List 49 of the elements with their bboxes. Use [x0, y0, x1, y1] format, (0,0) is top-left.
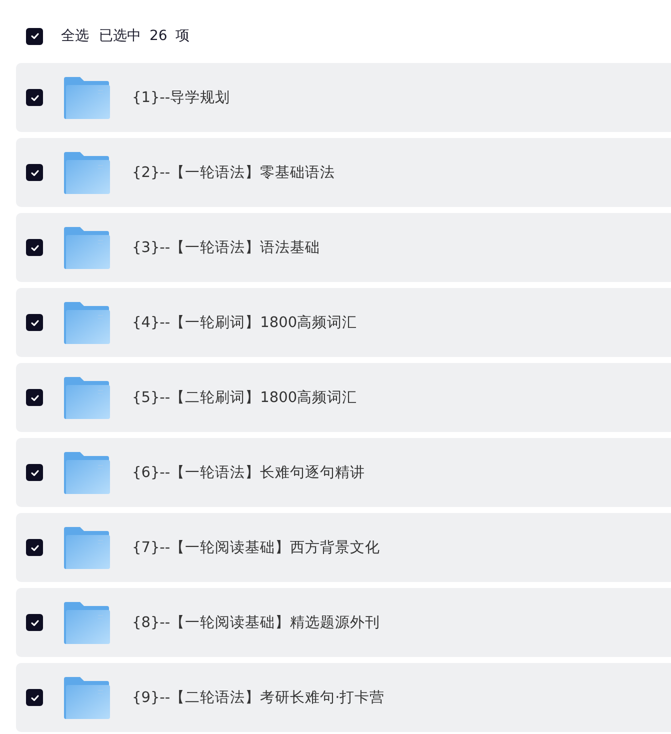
check-icon [30, 318, 40, 328]
folder-row[interactable]: {7}--【一轮阅读基础】西方背景文化 [16, 513, 671, 582]
folder-name: {6}--【一轮语法】长难句逐句精讲 [132, 464, 366, 482]
row-checkbox[interactable] [26, 239, 43, 256]
folder-name: {2}--【一轮语法】零基础语法 [132, 164, 336, 182]
folder-name: {8}--【一轮阅读基础】精选题源外刊 [132, 614, 380, 632]
row-checkbox[interactable] [26, 614, 43, 631]
selection-count: 已选中 26 项 [99, 27, 190, 45]
folder-row[interactable]: {6}--【一轮语法】长难句逐句精讲 [16, 438, 671, 507]
folder-icon [64, 376, 110, 418]
check-icon [30, 542, 40, 552]
row-checkbox[interactable] [26, 539, 43, 556]
row-checkbox[interactable] [26, 689, 43, 706]
folder-name: {5}--【二轮刷词】1800高频词汇 [132, 388, 358, 407]
row-checkbox[interactable] [26, 164, 43, 181]
folder-name: {7}--【一轮阅读基础】西方背景文化 [132, 538, 380, 557]
check-icon [30, 468, 40, 478]
folder-row[interactable]: {1}--导学规划 [16, 63, 671, 132]
folder-name: {1}--导学规划 [132, 89, 230, 107]
row-checkbox[interactable] [26, 89, 43, 106]
folder-name: {4}--【一轮刷词】1800高频词汇 [132, 314, 358, 332]
folder-name: {9}--【二轮语法】考研长难句·打卡营 [132, 689, 385, 707]
check-icon [30, 31, 40, 41]
folder-icon [64, 302, 110, 344]
folder-row[interactable]: {3}--【一轮语法】语法基础 [16, 213, 671, 282]
folder-icon [64, 226, 110, 268]
row-checkbox[interactable] [26, 389, 43, 406]
check-icon [30, 618, 40, 628]
folder-row[interactable]: {5}--【二轮刷词】1800高频词汇 [16, 363, 671, 432]
check-icon [30, 692, 40, 702]
check-icon [30, 168, 40, 178]
check-icon [30, 392, 40, 402]
folder-icon [64, 152, 110, 194]
folder-name: {3}--【一轮语法】语法基础 [132, 239, 320, 257]
check-icon [30, 242, 40, 252]
folder-icon [64, 676, 110, 718]
folder-row[interactable]: {9}--【二轮语法】考研长难句·打卡营 [16, 663, 671, 732]
folder-row[interactable]: {4}--【一轮刷词】1800高频词汇 [16, 288, 671, 357]
check-icon [30, 92, 40, 102]
folder-icon [64, 452, 110, 494]
folder-icon [64, 526, 110, 568]
folder-icon [64, 76, 110, 118]
select-all-checkbox[interactable] [26, 28, 43, 44]
select-all-label[interactable]: 全选 [61, 27, 89, 45]
folder-icon [64, 602, 110, 644]
row-checkbox[interactable] [26, 314, 43, 331]
folder-row[interactable]: {2}--【一轮语法】零基础语法 [16, 138, 671, 207]
row-checkbox[interactable] [26, 464, 43, 481]
folder-row[interactable]: {8}--【一轮阅读基础】精选题源外刊 [16, 588, 671, 657]
